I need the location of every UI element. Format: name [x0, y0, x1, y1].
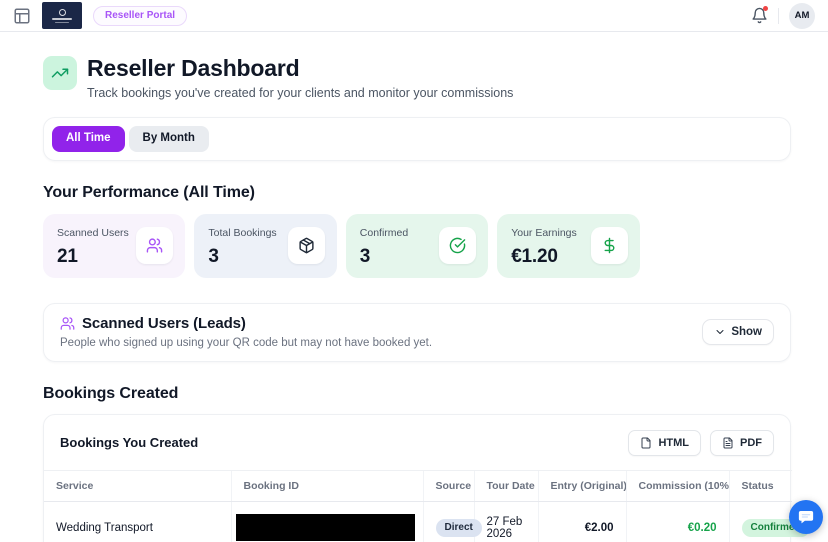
source-badge: Direct: [435, 518, 482, 537]
notification-dot: [763, 6, 768, 11]
col-service: Service: [44, 469, 231, 502]
topbar: Reseller Portal AM: [0, 0, 828, 32]
package-icon: [287, 226, 325, 264]
time-range-tabs: All Time By Month: [43, 117, 791, 161]
reseller-portal-badge: Reseller Portal: [93, 5, 188, 26]
status-cell: Confirmed: [728, 501, 810, 542]
commission-cell: €0.20: [625, 501, 729, 542]
leads-title: Scanned Users (Leads): [82, 314, 246, 332]
company-logo[interactable]: [42, 2, 82, 29]
tab-all-time[interactable]: All Time: [52, 126, 125, 152]
leads-subtitle: People who signed up using your QR code …: [60, 336, 433, 349]
bookings-heading: Bookings Created: [43, 384, 179, 402]
logo-text-line: [52, 17, 72, 20]
col-commission: Commission (10%): [625, 469, 729, 502]
service-cell: Wedding Transport: [44, 501, 231, 542]
trending-up-icon: [43, 56, 77, 90]
dollar-icon: [590, 226, 628, 264]
col-booking-id: Booking ID: [230, 469, 423, 502]
entry-cell: €2.00: [537, 501, 626, 542]
chat-bubble-icon: [797, 508, 815, 526]
main-content: Reseller Dashboard Track bookings you've…: [0, 56, 828, 542]
table-header-row: Service Booking ID Source Tour Date Entr…: [44, 469, 792, 502]
export-html-button[interactable]: HTML: [628, 429, 701, 456]
chat-launcher-button[interactable]: [789, 500, 823, 534]
logo-emblem: [58, 8, 66, 16]
leads-show-toggle[interactable]: Show: [702, 318, 774, 345]
bookings-table: Service Booking ID Source Tour Date Entr…: [44, 469, 810, 542]
redacted-booking-id: [235, 514, 415, 542]
col-tour-date: Tour Date: [473, 469, 538, 502]
file-text-icon: [722, 437, 734, 449]
sidebar-toggle-icon[interactable]: [13, 7, 31, 25]
export-pdf-button[interactable]: PDF: [710, 429, 774, 456]
page-header: Reseller Dashboard Track bookings you've…: [43, 56, 791, 100]
notifications-bell-icon[interactable]: [751, 6, 768, 24]
stat-card-your-earnings: Your Earnings €1.20: [497, 213, 640, 278]
col-status: Status: [728, 469, 792, 502]
users-icon: [136, 226, 174, 264]
logo-text-line: [55, 21, 69, 23]
col-entry: Entry (Original): [537, 469, 626, 502]
leads-section: Scanned Users (Leads) People who signed …: [43, 302, 791, 362]
stat-card-scanned-users: Scanned Users 21: [43, 213, 186, 278]
file-icon: [640, 437, 652, 449]
chevron-down-icon: [714, 326, 726, 338]
stat-card-total-bookings: Total Bookings 3: [194, 213, 337, 278]
table-row: Wedding Transport Direct 27 Feb 2026 €2.…: [44, 501, 810, 542]
stat-card-confirmed: Confirmed 3: [345, 213, 489, 278]
check-circle-icon: [439, 226, 477, 264]
bookings-card: Bookings You Created HTML PDF Service Bo…: [43, 413, 810, 542]
tab-by-month[interactable]: By Month: [128, 126, 209, 152]
performance-heading: Your Performance (All Time): [43, 183, 255, 201]
stats-grid: Scanned Users 21 Total Bookings 3 Confir…: [43, 213, 791, 278]
users-icon: [60, 316, 75, 331]
page-title: Reseller Dashboard: [87, 55, 300, 81]
col-source: Source: [422, 469, 474, 502]
bookings-card-title: Bookings You Created: [60, 435, 199, 451]
booking-id-cell: [230, 501, 423, 542]
source-cell: Direct: [422, 501, 482, 542]
page-subtitle: Track bookings you've created for your c…: [87, 86, 514, 101]
avatar[interactable]: AM: [789, 2, 815, 29]
tour-date-cell: 27 Feb 2026: [473, 501, 538, 542]
topbar-divider: [778, 7, 779, 24]
